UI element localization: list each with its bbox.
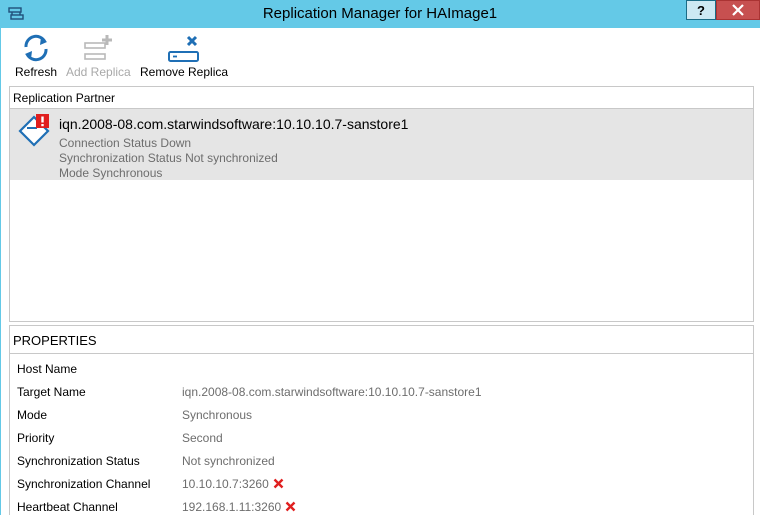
property-row-heartbeat-channel: Heartbeat Channel 192.168.1.11:3260 [10,496,753,515]
title-bar: Replication Manager for HAImage1 ? [0,0,760,28]
partner-list-item[interactable]: iqn.2008-08.com.starwindsoftware:10.10.1… [10,109,753,180]
property-label: Heartbeat Channel [17,500,118,514]
property-value: iqn.2008-08.com.starwindsoftware:10.10.1… [182,385,482,399]
refresh-label: Refresh [15,65,58,79]
property-label: Mode [17,408,48,422]
property-label: Synchronization Channel [17,477,151,491]
property-row-host-name: Host Name [10,358,753,380]
property-row-mode: Mode Synchronous [10,404,753,426]
property-value-with-status: 10.10.10.7:3260 [182,477,284,491]
properties-title: PROPERTIES [10,326,753,354]
window-title: Replication Manager for HAImage1 [262,5,498,22]
refresh-icon [24,34,48,62]
storage-device-icon [18,114,50,147]
partner-sync-status: Synchronization Status Not synchronized [59,151,278,165]
replication-partner-list: Replication Partner iqn.2008-08.com.star… [9,86,754,322]
property-label: Priority [17,431,55,445]
property-row-sync-channel: Synchronization Channel 10.10.10.7:3260 [10,473,753,495]
properties-panel: PROPERTIES Host Name Target Name iqn.200… [9,325,754,515]
error-x-icon [273,478,284,489]
remove-replica-button[interactable]: Remove Replica [140,32,228,82]
property-label: Synchronization Status [17,454,140,468]
property-row-sync-status: Synchronization Status Not synchronized [10,450,753,472]
property-value: 10.10.10.7:3260 [182,477,269,491]
property-value: 192.168.1.11:3260 [182,500,282,514]
property-row-target-name: Target Name iqn.2008-08.com.starwindsoft… [10,381,753,403]
close-button[interactable] [716,0,760,20]
property-row-priority: Priority Second [10,427,753,449]
property-label: Target Name [17,385,86,399]
partner-connection-status: Connection Status Down [59,136,192,150]
property-value: Synchronous [182,408,253,422]
remove-replica-icon [168,35,200,62]
refresh-button[interactable]: Refresh [15,32,57,82]
property-value-with-status: 192.168.1.11:3260 [182,500,296,514]
toolbar: Refresh Add Replica Remove Replica [1,28,760,82]
close-icon [732,4,744,16]
add-replica-icon [84,35,113,60]
partner-mode: Mode Synchronous [59,166,163,180]
error-x-icon [285,501,296,512]
partner-name: iqn.2008-08.com.starwindsoftware:10.10.1… [59,116,409,132]
help-button[interactable]: ? [686,0,716,20]
partner-list-header: Replication Partner [10,87,753,109]
remove-replica-label: Remove Replica [140,65,229,79]
property-value: Second [182,431,223,445]
main-window: Refresh Add Replica Remove Replica Repli… [0,28,760,515]
property-label: Host Name [17,362,78,376]
add-replica-button[interactable]: Add Replica [66,32,131,82]
property-value: Not synchronized [182,454,275,468]
add-replica-label: Add Replica [66,65,131,79]
